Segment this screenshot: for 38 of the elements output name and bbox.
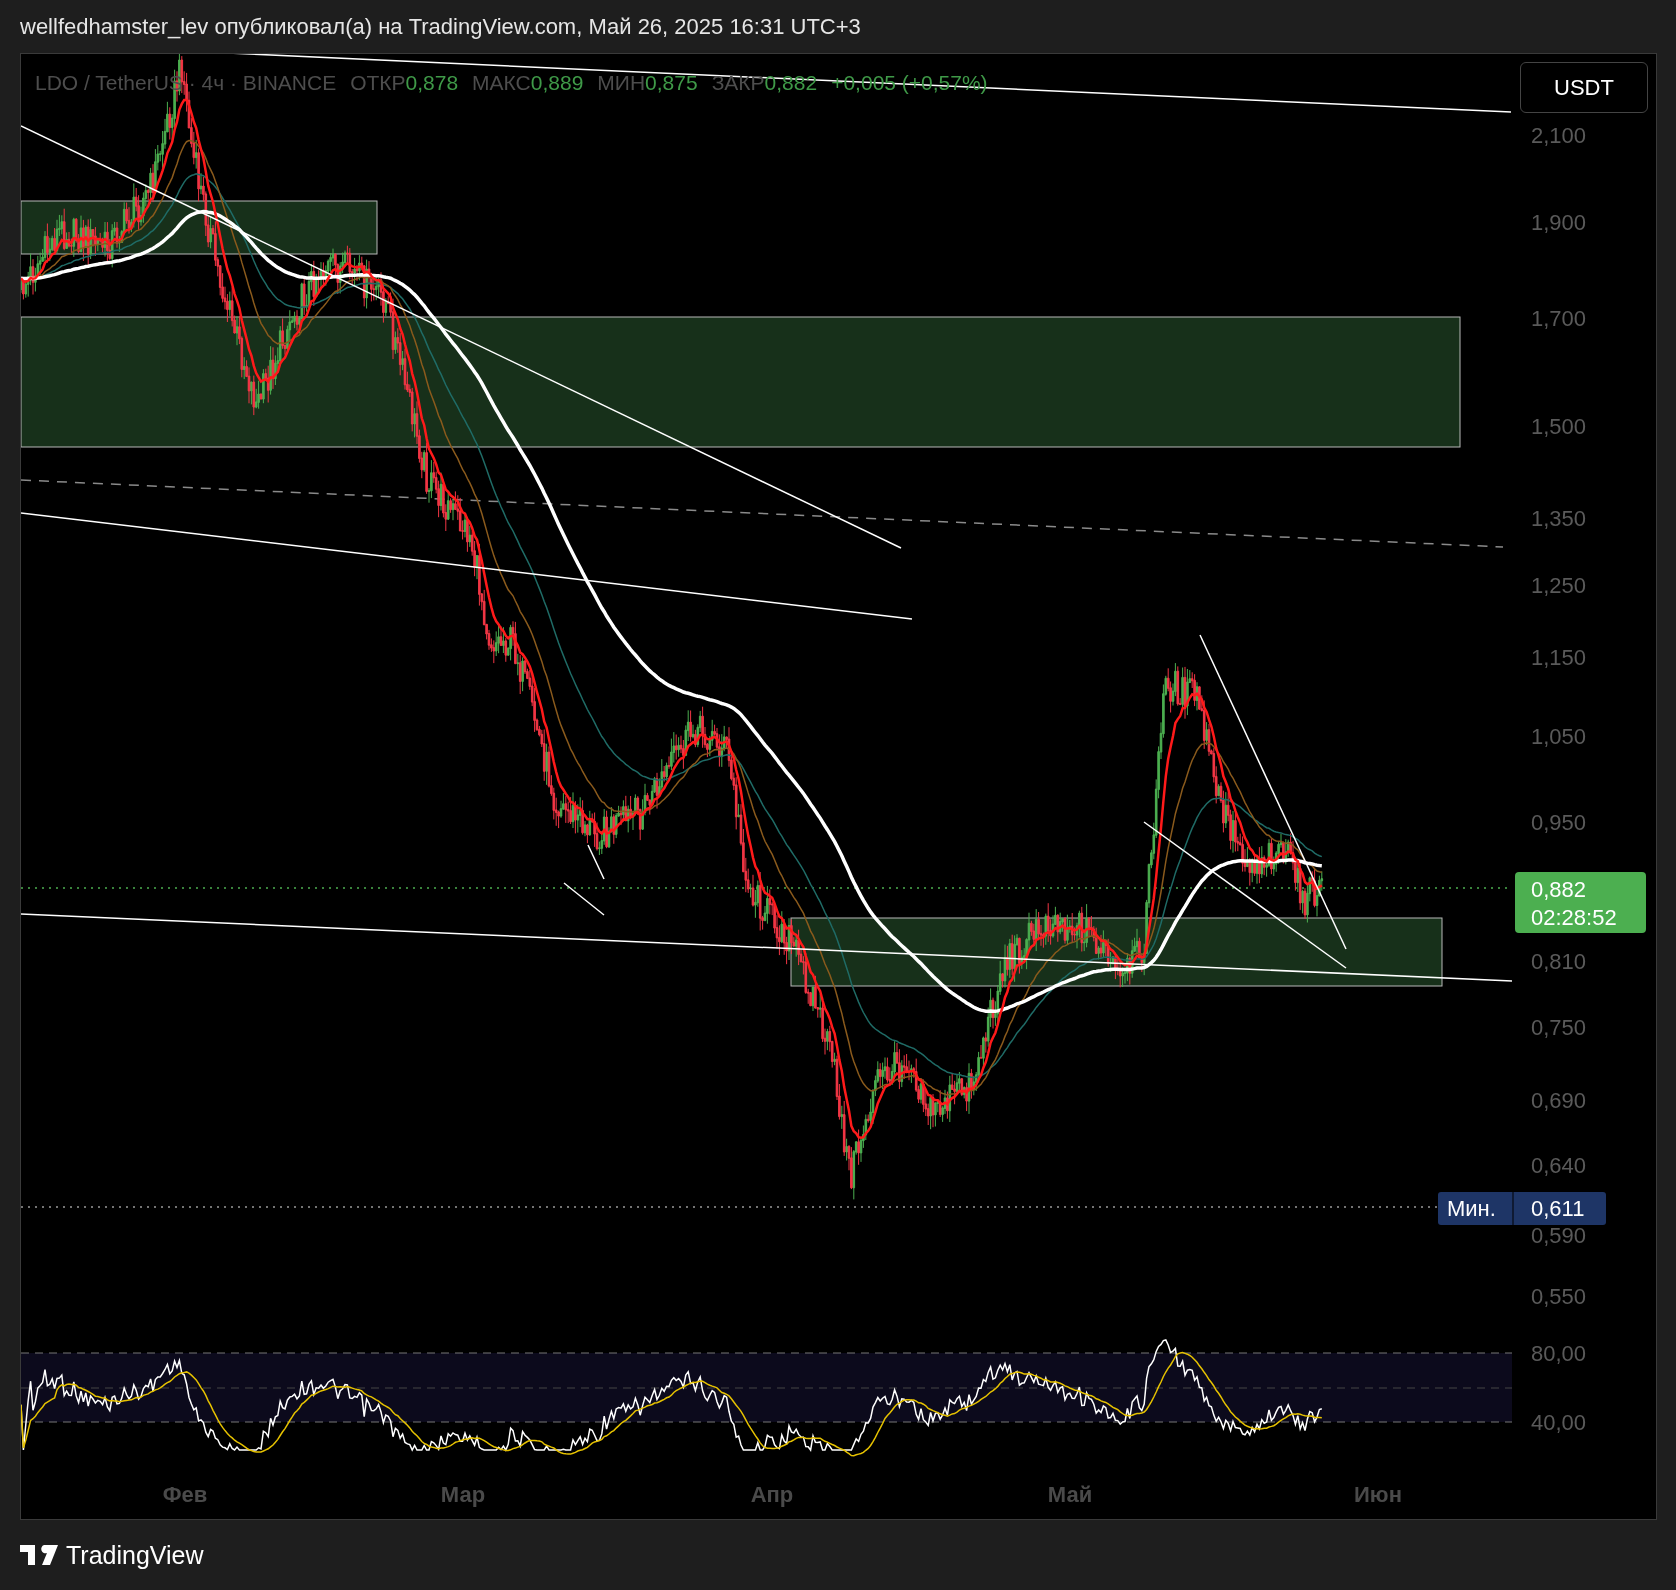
countdown-label: 02:28:52 [1531, 905, 1617, 930]
time-axis-label: Фев [162, 1482, 208, 1507]
minimum-label: Мин. [1447, 1196, 1496, 1221]
time-axis-label: Мар [440, 1482, 486, 1507]
rsi-axis-label: 40,00 [1531, 1410, 1587, 1435]
price-axis-label: 1,700 [1531, 305, 1587, 331]
trend-line [587, 844, 605, 880]
price-axis-label: 0,810 [1531, 948, 1587, 974]
time-axis-label: Май [1047, 1482, 1093, 1507]
currency-button[interactable]: USDT [1520, 62, 1648, 113]
ohlc-label: МИН [597, 71, 646, 95]
minimum-price-label: 0,611 [1531, 1196, 1585, 1221]
price-axis-label: 1,900 [1531, 209, 1587, 235]
price-axis-label: 0,590 [1531, 1223, 1587, 1249]
price-axis-label: 0,690 [1531, 1087, 1587, 1113]
price-axis-label: 1,050 [1531, 723, 1587, 749]
brand-name[interactable]: TradingView [66, 1540, 204, 1570]
price-axis-label: 0,950 [1531, 810, 1587, 836]
ohlc-value: 0,878 [405, 71, 459, 95]
time-axis-label: Июн [1354, 1482, 1402, 1507]
last-price-label: 0,882 [1531, 877, 1587, 902]
price-axis-label: 0,550 [1531, 1284, 1587, 1310]
ohlc-value: 0,875 [645, 71, 698, 95]
price-axis-label: 1,500 [1531, 414, 1587, 440]
ohlc-label: ОТКР [350, 71, 406, 95]
ohlc-label: ЗАКР [711, 71, 765, 95]
price-axis-label: 1,350 [1531, 505, 1587, 531]
price-axis-label: 0,750 [1531, 1015, 1587, 1041]
ohlc-value: 0,889 [530, 71, 584, 95]
time-axis-label: Апр [750, 1482, 794, 1507]
rsi-axis-label: 80,00 [1531, 1341, 1587, 1366]
price-axis-label: 2,100 [1531, 122, 1587, 148]
price-axis-label: 1,250 [1531, 572, 1587, 598]
logo-icon [20, 1545, 58, 1565]
price-axis-label: 0,640 [1531, 1152, 1587, 1178]
price-axis-label: 1,150 [1531, 644, 1587, 670]
publication-info: wellfedhamster_lev опубликовал(а) на TradingView.com, Май 26, 2025 16:31 UTC+3 [20, 13, 861, 40]
ohlc-label: МАКС [472, 71, 531, 95]
